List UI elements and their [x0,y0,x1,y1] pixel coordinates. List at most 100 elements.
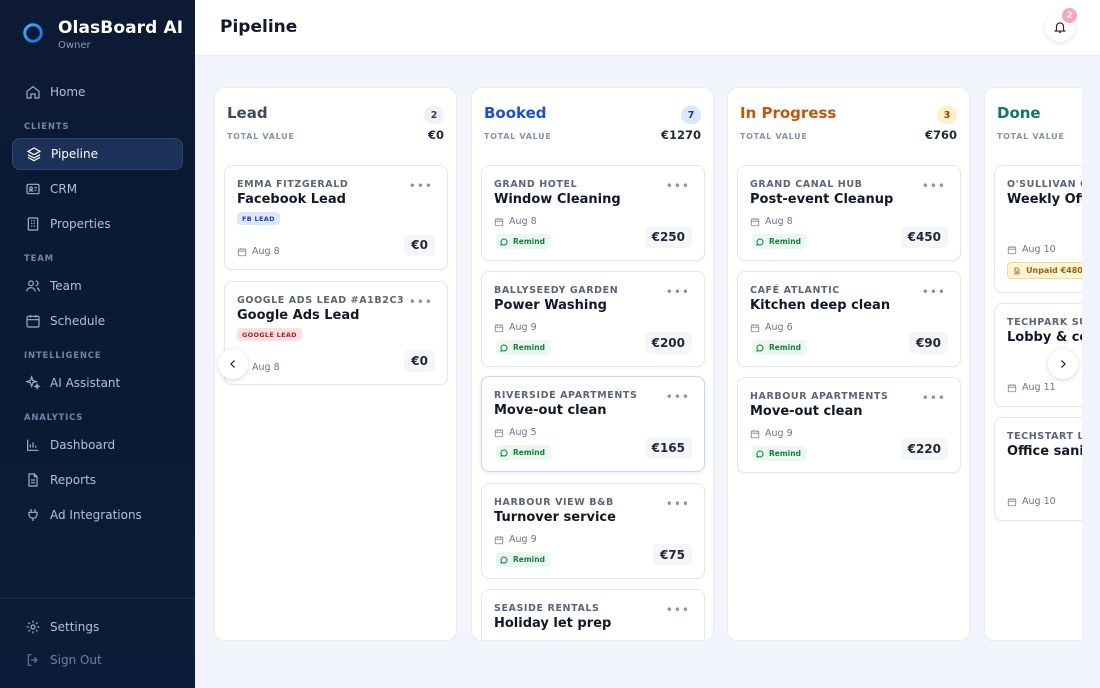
scroll-right-button[interactable] [1048,349,1078,379]
pipeline-board: Lead 2 TOTAL VALUE €0 EMMA FITZGERALD Faceboo… [195,56,1082,688]
card-client-name: GOOGLE ADS LEAD #A1B2C3 [237,295,405,306]
sidebar-item-ai-assistant[interactable]: AI Assistant [12,367,183,399]
remind-button[interactable]: Remind [752,234,807,249]
card-menu-button[interactable]: ••• [409,179,433,193]
chat-icon [756,343,764,352]
sidebar-item-ad-integrations[interactable]: Ad Integrations [12,499,183,531]
card-menu-button[interactable]: ••• [922,285,946,299]
card-menu-button[interactable]: ••• [666,179,690,193]
sidebar-item-sign-out[interactable]: Sign Out [12,644,183,676]
card-client-name: HARBOUR VIEW B&B [494,497,614,508]
chat-icon [500,343,508,352]
job-card[interactable]: BALLYSEEDY GARDEN Power Washing ••• Aug 9 Re… [481,271,705,367]
remind-button[interactable]: Remind [496,340,551,355]
card-date-text: Aug 6 [765,322,793,333]
job-card[interactable]: EMMA FITZGERALD Facebook Lead ••• FB LEAD Au… [224,165,448,270]
card-amount: €75 [652,544,692,566]
sidebar-item-dashboard[interactable]: Dashboard [12,429,183,461]
sidebar-item-label: Properties [50,217,111,231]
card-menu-button[interactable]: ••• [666,390,690,404]
sidebar-item-label: CRM [50,182,78,196]
card-job-title: Kitchen deep clean [750,298,891,313]
card-menu-button[interactable]: ••• [666,497,690,511]
card-client-name: GRAND CANAL HUB [750,179,863,190]
scroll-left-button[interactable] [218,349,248,379]
remind-button[interactable]: Remind [752,340,807,355]
job-card[interactable]: CAFÉ ATLANTIC Kitchen deep clean ••• Aug 6 R… [737,271,961,367]
layers-icon [26,147,42,162]
calendar-icon [494,323,504,332]
card-date: Aug 10 [1007,244,1056,255]
brand[interactable]: OlasBoard AI Owner [22,18,183,51]
remind-label: Remind [769,237,801,246]
job-card[interactable]: O'SULLIVAN OWeekly Off•••Aug 10Unpaid €4… [994,165,1082,293]
card-menu-button[interactable]: ••• [922,179,946,193]
job-card[interactable]: SEASIDE RENTALS Holiday let prep ••• [481,589,705,640]
card-date-text: Aug 5 [509,427,537,438]
calendar-icon [1007,497,1017,506]
remind-button[interactable]: Remind [752,446,807,461]
calendar-icon [1007,383,1017,392]
remind-button[interactable]: Remind [496,234,551,249]
card-client-name: CAFÉ ATLANTIC [750,285,840,296]
card-date: Aug 8 [494,216,537,227]
card-menu-button[interactable]: ••• [922,391,946,405]
sidebar-item-schedule[interactable]: Schedule [12,305,183,337]
lead-source-tag: GOOGLE LEAD [237,328,302,341]
card-date-text: Aug 8 [252,246,280,257]
column-title: Done [997,104,1041,122]
card-job-title: Office sanit [1007,444,1082,459]
card-job-title: Power Washing [494,298,607,313]
remind-button[interactable]: Remind [496,552,551,567]
card-job-title: Google Ads Lead [237,308,360,323]
notifications-button[interactable]: 2 [1045,8,1077,42]
card-menu-button[interactable]: ••• [409,295,433,309]
sidebar-item-team[interactable]: Team [12,270,183,302]
card-job-title: Turnover service [494,510,616,525]
sidebar-item-properties[interactable]: Properties [12,208,183,240]
calendar-icon [750,323,760,332]
job-card[interactable]: GRAND CANAL HUB Post-event Cleanup ••• Aug … [737,165,961,261]
job-card[interactable]: TECHSTART LTOffice sanit•••Aug 10 [994,417,1082,521]
card-date-text: Aug 8 [509,216,537,227]
sidebar-item-home[interactable]: Home [12,76,183,108]
card-date: Aug 11 [1007,382,1056,393]
card-client-name: HARBOUR APARTMENTS [750,391,889,402]
sidebar-item-label: Dashboard [50,438,116,452]
job-card[interactable]: RIVERSIDE APARTMENTS Move-out clean ••• Aug… [481,376,705,472]
calendar-icon [494,217,504,226]
calendar-icon [1007,245,1017,254]
chat-icon [500,237,508,246]
card-menu-button[interactable]: ••• [666,285,690,299]
card-job-title: Holiday let prep [494,616,612,631]
job-card[interactable]: GRAND HOTEL Window Cleaning ••• Aug 8 Remind… [481,165,705,261]
sidebar-item-crm[interactable]: CRM [12,173,183,205]
card-job-title: Window Cleaning [494,192,621,207]
sidebar-section-analytics: ANALYTICS [24,413,84,423]
calendar-icon [494,535,504,544]
card-date: Aug 9 [494,322,537,333]
id-card-icon [26,183,40,195]
card-amount: €90 [908,332,948,354]
job-card[interactable]: HARBOUR VIEW B&B Turnover service ••• Aug 9… [481,483,705,579]
remind-label: Remind [769,449,801,458]
top-bar: Pipeline 2 [195,0,1100,56]
sidebar-item-settings[interactable]: Settings [12,611,183,643]
card-client-name: TECHPARK SU [1007,317,1082,328]
app-name: OlasBoard AI [58,18,184,38]
sidebar-divider [0,598,195,599]
card-date: Aug 8 [237,246,280,257]
card-menu-button[interactable]: ••• [666,603,690,617]
column-total-value: €1270 [660,128,701,142]
remind-button[interactable]: Remind [496,445,551,460]
job-card[interactable]: GOOGLE ADS LEAD #A1B2C3 Google Ads Lead ••… [224,281,448,385]
sidebar-item-pipeline[interactable]: Pipeline [12,138,183,170]
card-amount: €0 [404,234,435,256]
sidebar-item-reports[interactable]: Reports [12,464,183,496]
job-card[interactable]: HARBOUR APARTMENTS Move-out clean ••• Aug 9… [737,377,961,473]
card-client-name: O'SULLIVAN O [1007,179,1082,190]
sidebar-item-label: Home [50,85,86,99]
logo-icon [23,23,43,43]
chat-icon [756,237,764,246]
card-date-text: Aug 11 [1022,382,1056,393]
